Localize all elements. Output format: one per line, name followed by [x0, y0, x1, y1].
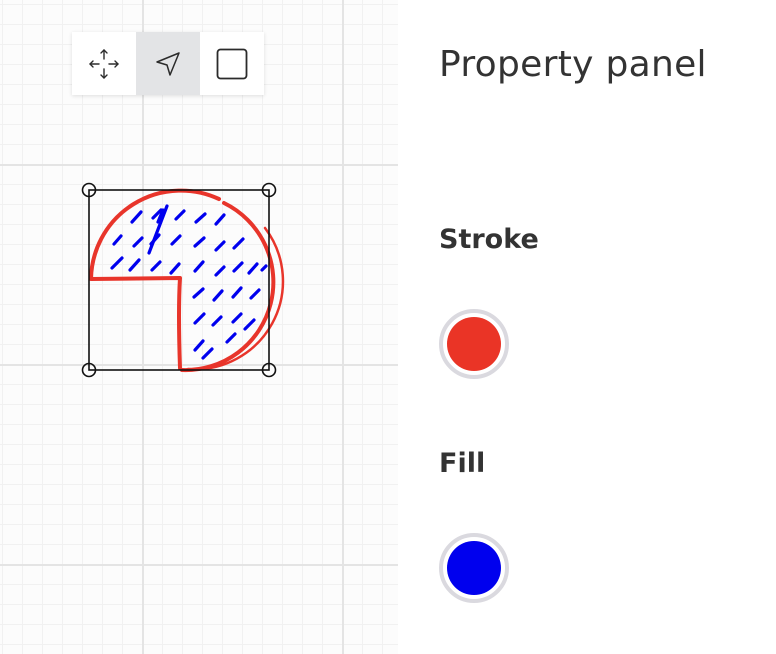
stroke-color-swatch[interactable] — [439, 309, 509, 379]
fill-color-swatch[interactable] — [439, 533, 509, 603]
hachure-fill — [110, 204, 268, 360]
fill-label: Fill — [439, 448, 486, 479]
pie-outline — [180, 201, 276, 373]
stroke-color-fill — [447, 317, 501, 371]
property-panel: Property panel Stroke Fill — [398, 0, 776, 654]
shape-layer — [81, 182, 285, 378]
stroke-label: Stroke — [439, 224, 539, 255]
panel-title: Property panel — [439, 44, 707, 85]
drawing-canvas[interactable] — [0, 0, 398, 654]
fill-color-fill — [447, 541, 501, 595]
